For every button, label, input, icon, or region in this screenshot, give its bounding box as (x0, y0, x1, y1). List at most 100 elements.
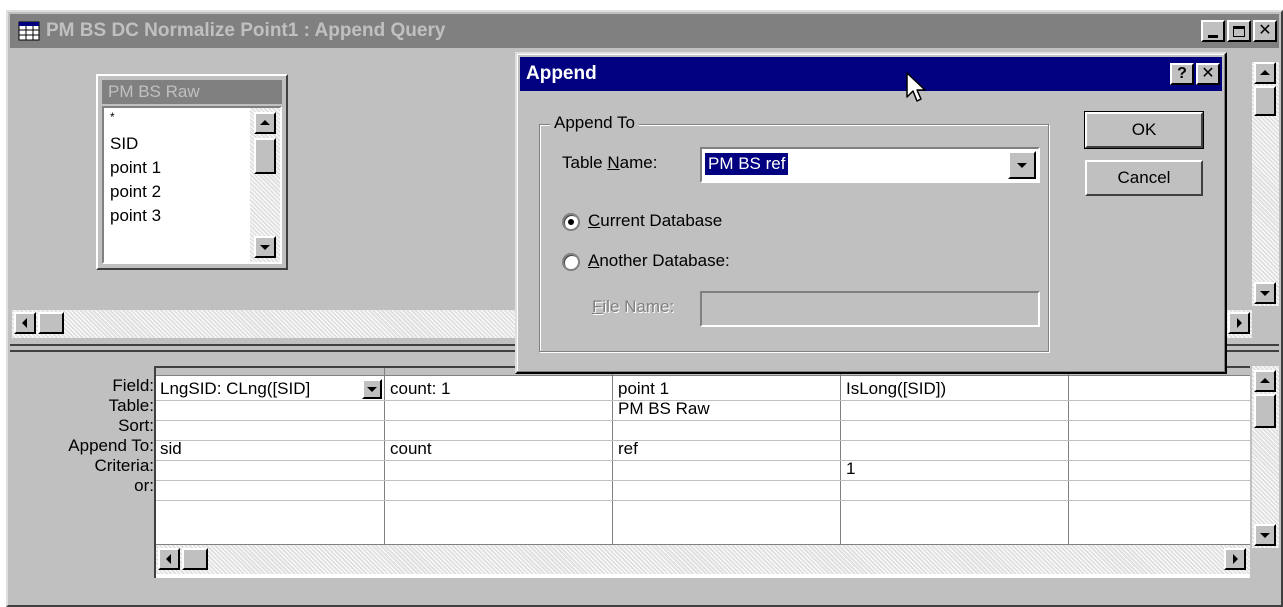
another-database-rest: nother Database: (599, 251, 730, 270)
ok-button-label: OK (1131, 120, 1157, 139)
minimize-icon (1208, 34, 1218, 38)
design-grid: LngSID: CLng([SID] sid count: 1 count po… (154, 366, 1250, 578)
chevron-down-icon (1017, 163, 1027, 168)
field-list-item-point1[interactable]: point 1 (110, 158, 161, 178)
grid-hscroll-thumb[interactable] (182, 548, 208, 570)
grid-col-divider (612, 368, 613, 544)
field-list-scrollbar[interactable] (250, 108, 280, 262)
arrow-up-icon (1260, 70, 1270, 75)
grid-cell-append-1[interactable]: sid (156, 438, 382, 461)
current-database-label[interactable]: Current Database (588, 211, 722, 231)
row-label-append-to: Append To: (68, 436, 154, 455)
row-label-sort: Sort: (118, 416, 154, 435)
help-icon: ? (1177, 65, 1187, 82)
field-list-scroll-thumb[interactable] (254, 138, 276, 174)
table-box[interactable]: PM BS Raw * SID point 1 point 2 point 3 (96, 74, 288, 270)
grid-cell-field-2[interactable]: count: 1 (386, 378, 610, 401)
table-name-label: Table Name: (562, 153, 657, 173)
table-pane-hscroll-thumb[interactable] (38, 312, 64, 334)
arrow-up-icon (260, 120, 270, 125)
arrow-down-icon (260, 245, 270, 250)
close-icon: ✕ (1258, 22, 1272, 39)
arrow-down-icon (1260, 533, 1270, 538)
append-to-group: Append To Table Name: PM BS ref Current … (539, 113, 1049, 352)
help-button[interactable]: ? (1170, 63, 1194, 85)
current-database-radio[interactable] (562, 213, 580, 231)
table-pane-scroll-thumb[interactable] (1254, 86, 1276, 116)
another-database-key: A (588, 251, 600, 270)
grid-cell-append-2[interactable]: count (386, 438, 610, 461)
cancel-button[interactable]: Cancel (1085, 160, 1203, 196)
row-label-field: Field: (112, 376, 154, 395)
grid-col-divider (384, 368, 385, 544)
arrow-left-icon (166, 554, 171, 564)
grid-row-divider (156, 500, 1250, 501)
file-name-rest: ile Name: (602, 297, 675, 316)
table-pane-vscroll[interactable] (1252, 62, 1279, 306)
row-label-criteria: Criteria: (94, 456, 154, 475)
grid-scroll-up[interactable] (1254, 370, 1276, 392)
maximize-button[interactable] (1227, 20, 1251, 42)
grid-cell-field-1[interactable]: LngSID: CLng([SID] (156, 378, 362, 401)
arrow-left-icon (22, 318, 27, 328)
table-name-dropdown-button[interactable] (1008, 151, 1036, 179)
grid-cell-append-3[interactable]: ref (614, 438, 838, 461)
arrow-right-icon (1233, 554, 1238, 564)
table-name-value[interactable]: PM BS ref (705, 153, 789, 175)
file-name-key: F (592, 297, 603, 316)
table-pane-scroll-up[interactable] (1254, 62, 1276, 84)
table-box-title[interactable]: PM BS Raw (102, 80, 282, 104)
append-to-group-label: Append To (550, 113, 639, 133)
row-label-or: or: (134, 476, 154, 495)
grid-col-divider (1068, 368, 1069, 544)
field-list[interactable]: * SID point 1 point 2 point 3 (102, 106, 282, 264)
grid-cell-table-3[interactable]: PM BS Raw (614, 398, 838, 421)
file-name-label: File Name: (592, 297, 674, 317)
field-list-item-star[interactable]: * (110, 110, 115, 124)
ok-button[interactable]: OK (1084, 111, 1204, 149)
table-pane-scroll-left[interactable] (14, 312, 36, 334)
field-list-item-point2[interactable]: point 2 (110, 182, 161, 202)
mouse-cursor-icon (906, 72, 926, 102)
grid-hscroll[interactable] (156, 544, 1250, 574)
current-database-rest: urrent Database (600, 211, 723, 230)
grid-cell-criteria-4[interactable]: 1 (842, 458, 1066, 481)
grid-row-divider (156, 480, 1250, 481)
close-icon: ✕ (1201, 65, 1215, 82)
grid-vscroll[interactable] (1252, 366, 1279, 548)
window-title: PM BS DC Normalize Point1 : Append Query (46, 20, 446, 41)
field-dropdown-button[interactable] (362, 379, 382, 399)
window-titlebar[interactable]: PM BS DC Normalize Point1 : Append Query… (10, 14, 1279, 48)
design-grid-pane: Field: Table: Sort: Append To: Criteria:… (8, 360, 1281, 605)
grid-scroll-down[interactable] (1254, 524, 1276, 546)
append-dialog-titlebar[interactable]: Append ? ✕ (520, 57, 1222, 91)
another-database-radio[interactable] (562, 253, 580, 271)
arrow-down-icon (1260, 291, 1270, 296)
row-label-table: Table: (108, 396, 154, 415)
query-icon (18, 21, 40, 41)
field-list-scroll-down[interactable] (254, 236, 276, 258)
another-database-label[interactable]: Another Database: (588, 251, 730, 271)
table-name-combobox[interactable]: PM BS ref (700, 147, 1040, 183)
chevron-down-icon (367, 387, 377, 392)
row-labels: Field: Table: Sort: Append To: Criteria:… (8, 376, 154, 526)
minimize-button[interactable] (1201, 20, 1225, 42)
table-pane-scroll-right[interactable] (1228, 312, 1250, 334)
arrow-up-icon (1260, 378, 1270, 383)
grid-scroll-left[interactable] (158, 548, 180, 570)
grid-cell-field-4[interactable]: IsLong([SID]) (842, 378, 1066, 401)
append-dialog: Append ? ✕ Append To Table Name: PM BS r… (515, 52, 1227, 374)
close-button[interactable]: ✕ (1253, 20, 1277, 42)
field-list-item-point3[interactable]: point 3 (110, 206, 161, 226)
arrow-right-icon (1237, 318, 1242, 328)
table-pane-scroll-down[interactable] (1254, 282, 1276, 304)
file-name-input[interactable] (700, 291, 1040, 327)
field-list-scroll-up[interactable] (254, 112, 276, 134)
grid-vscroll-thumb[interactable] (1254, 394, 1276, 428)
dialog-close-button[interactable]: ✕ (1196, 63, 1220, 85)
grid-scroll-right[interactable] (1224, 548, 1246, 570)
current-database-key: C (588, 211, 601, 230)
field-list-item-sid[interactable]: SID (110, 134, 138, 154)
table-name-label-post: ame: (619, 153, 658, 172)
table-name-label-key: N (607, 153, 620, 172)
